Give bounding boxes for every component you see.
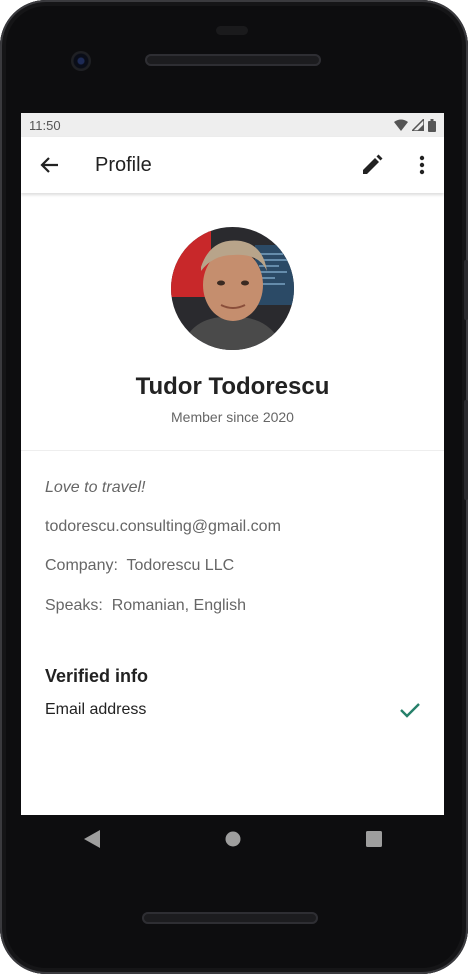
company-value: Todorescu LLC — [126, 557, 235, 574]
square-recents-icon — [365, 831, 382, 847]
member-since: Member since 2020 — [171, 409, 294, 425]
nav-back-button[interactable] — [62, 815, 122, 863]
check-icon — [400, 703, 420, 718]
nav-recents-button[interactable] — [344, 815, 404, 863]
status-bar: 11:50 — [21, 113, 444, 137]
avatar — [171, 227, 294, 350]
phone-frame: 11:50 Profile Tudor Todorescu Member sin… — [0, 0, 468, 974]
status-time: 11:50 — [29, 117, 61, 133]
edit-button[interactable] — [344, 137, 400, 193]
profile-company: Company: Todorescu LLC — [45, 557, 234, 575]
back-button[interactable] — [21, 137, 77, 193]
front-camera — [71, 51, 91, 71]
wifi-icon — [394, 119, 408, 131]
speaks-label: Speaks: — [45, 597, 103, 614]
top-slot — [216, 26, 248, 35]
bottom-speaker — [142, 912, 318, 924]
profile-tagline: Love to travel! — [45, 479, 146, 496]
profile-languages: Speaks: Romanian, English — [45, 597, 246, 615]
languages-value: Romanian, English — [111, 597, 246, 614]
verified-info-title: Verified info — [45, 666, 149, 686]
profile-name: Tudor Todorescu — [135, 373, 330, 400]
page-title: Profile — [95, 153, 152, 176]
volume-button — [464, 400, 468, 500]
signal-icon — [412, 119, 424, 131]
earpiece-speaker — [145, 54, 321, 66]
battery-icon — [428, 118, 436, 132]
more-options-button[interactable] — [400, 137, 444, 193]
verified-item-label: Email address — [45, 701, 147, 718]
nav-home-button[interactable] — [203, 815, 263, 863]
verified-item: Email address — [45, 701, 420, 719]
more-vert-icon — [419, 155, 425, 175]
profile-email: todorescu.consulting@gmail.com — [45, 518, 281, 535]
company-label: Company: — [45, 557, 118, 574]
pencil-icon — [363, 154, 383, 174]
power-button — [464, 260, 468, 320]
screen: 11:50 Profile Tudor Todorescu Member sin… — [21, 113, 444, 815]
arrow-back-icon — [40, 157, 58, 173]
triangle-back-icon — [83, 830, 100, 848]
app-bar: Profile — [21, 137, 444, 193]
status-icons — [394, 118, 436, 132]
circle-home-icon — [225, 831, 240, 847]
system-nav-bar — [21, 815, 444, 863]
divider — [21, 450, 444, 451]
